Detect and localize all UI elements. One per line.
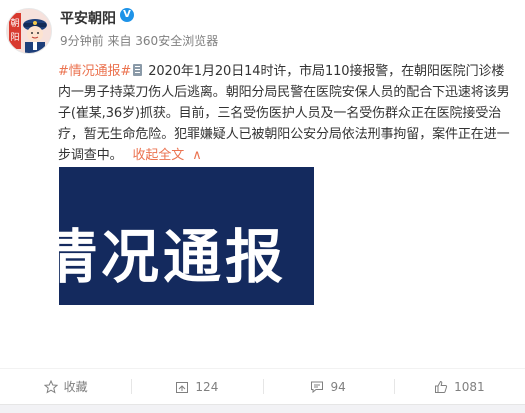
post-image[interactable]: 情况通报 xyxy=(59,167,314,305)
post-meta: 9分钟前 来自 360安全浏览器 xyxy=(60,32,218,49)
repost-count: 124 xyxy=(195,379,219,394)
thumbs-up-icon xyxy=(435,380,448,393)
collapse-label[interactable]: 收起全文 xyxy=(133,148,185,163)
police-avatar-icon: 朝 阳 xyxy=(7,9,51,53)
star-icon xyxy=(43,379,58,394)
favorite-button[interactable]: 收藏 xyxy=(0,369,131,404)
comment-button[interactable]: 94 xyxy=(262,369,394,404)
post-text: #情况通报# 2020年1月20日14时许，市局110接报警，在朝阳医院门诊楼内… xyxy=(58,61,516,166)
verified-badge-icon: V xyxy=(120,8,134,22)
favorite-label: 收藏 xyxy=(63,380,88,394)
comment-count: 94 xyxy=(330,379,346,394)
bottom-divider xyxy=(0,404,525,413)
weibo-post: 朝 阳 平安朝阳 V 9分钟前 来自 360安全浏览器 #情况通报# 2020年… xyxy=(0,0,525,413)
action-bar: 收藏 124 94 1081 xyxy=(0,368,525,404)
post-time[interactable]: 9分钟前 xyxy=(60,34,104,48)
like-count: 1081 xyxy=(454,379,485,394)
avatar-text-2: 阳 xyxy=(10,32,19,43)
user-name[interactable]: 平安朝阳 xyxy=(60,8,116,28)
repost-icon xyxy=(176,381,189,393)
document-icon xyxy=(133,64,143,76)
post-source: 来自 360安全浏览器 xyxy=(107,34,219,48)
chevron-up-icon[interactable]: ∧ xyxy=(192,148,202,163)
comment-icon xyxy=(311,381,324,393)
like-button[interactable]: 1081 xyxy=(393,369,525,404)
repost-button[interactable]: 124 xyxy=(131,369,262,404)
avatar-text-1: 朝 xyxy=(10,18,19,29)
post-image-caption: 情况通报 xyxy=(59,223,288,291)
hashtag-link[interactable]: #情况通报# xyxy=(58,64,131,79)
avatar[interactable]: 朝 阳 xyxy=(6,8,52,54)
collapse-text-link[interactable]: 收起全文 ∧ xyxy=(133,148,202,163)
